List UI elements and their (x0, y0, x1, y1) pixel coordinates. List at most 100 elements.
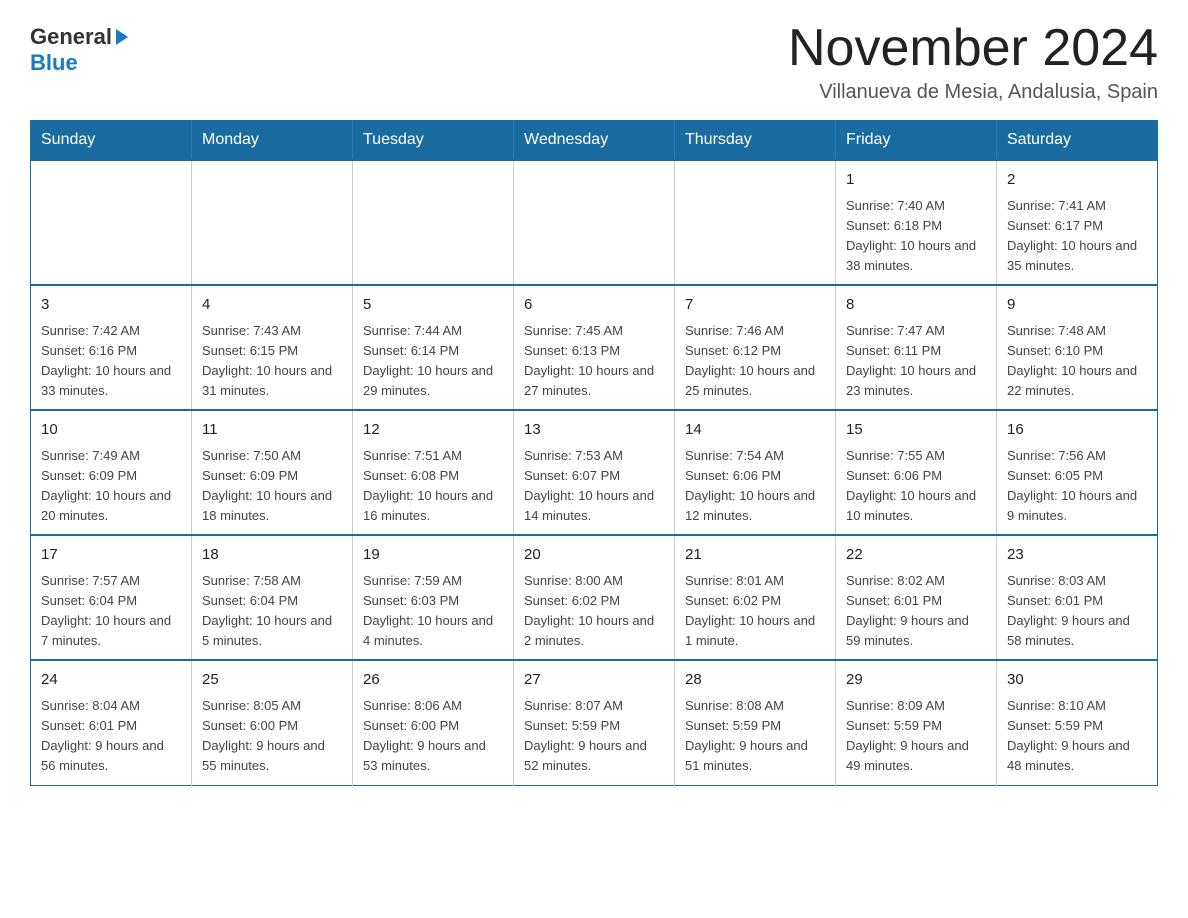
calendar-cell: 21Sunrise: 8:01 AM Sunset: 6:02 PM Dayli… (675, 535, 836, 660)
logo: General Blue (30, 20, 128, 76)
day-header-saturday: Saturday (997, 121, 1158, 161)
day-info: Sunrise: 7:56 AM Sunset: 6:05 PM Dayligh… (1007, 446, 1147, 527)
calendar-cell: 25Sunrise: 8:05 AM Sunset: 6:00 PM Dayli… (192, 660, 353, 785)
calendar-header: SundayMondayTuesdayWednesdayThursdayFrid… (31, 121, 1158, 161)
day-number: 24 (41, 669, 181, 692)
calendar-cell: 19 Sunrise: 7:59 AM Sunset: 6:03 PM Dayli… (353, 535, 514, 660)
day-number: 26 (363, 669, 503, 692)
day-number: 25 (202, 669, 342, 692)
day-header-wednesday: Wednesday (514, 121, 675, 161)
day-number: 29 (846, 669, 986, 692)
day-number: 22 (846, 544, 986, 567)
day-info: Sunrise: 7:54 AM Sunset: 6:06 PM Dayligh… (685, 446, 825, 527)
days-of-week-row: SundayMondayTuesdayWednesdayThursdayFrid… (31, 121, 1158, 161)
day-header-sunday: Sunday (31, 121, 192, 161)
calendar-cell: 9 Sunrise: 7:48 AM Sunset: 6:10 PM Daylig… (997, 285, 1158, 410)
day-info: Sunrise: 7:46 AM Sunset: 6:12 PM Dayligh… (685, 321, 825, 402)
day-info: Sunrise: 7:44 AM Sunset: 6:14 PM Dayligh… (363, 321, 503, 402)
calendar-cell: 17 Sunrise: 7:57 AM Sunset: 6:04 PM Dayli… (31, 535, 192, 660)
day-info: Sunrise: 7:43 AM Sunset: 6:15 PM Dayligh… (202, 321, 342, 402)
day-info: Sunrise: 8:06 AM Sunset: 6:00 PM Dayligh… (363, 696, 503, 777)
month-year-title: November 2024 (788, 20, 1158, 77)
calendar-cell: 22 Sunrise: 8:02 AM Sunset: 6:01 PM Dayli… (836, 535, 997, 660)
calendar-cell: 24 Sunrise: 8:04 AM Sunset: 6:01 PM Dayli… (31, 660, 192, 785)
calendar-cell: 2 Sunrise: 7:41 AM Sunset: 6:17 PM Daylig… (997, 160, 1158, 285)
calendar-cell (31, 160, 192, 285)
calendar-cell: 11Sunrise: 7:50 AM Sunset: 6:09 PM Dayli… (192, 410, 353, 535)
calendar-cell: 26 Sunrise: 8:06 AM Sunset: 6:00 PM Dayli… (353, 660, 514, 785)
calendar-cell: 12 Sunrise: 7:51 AM Sunset: 6:08 PM Dayli… (353, 410, 514, 535)
calendar-cell: 23Sunrise: 8:03 AM Sunset: 6:01 PM Dayli… (997, 535, 1158, 660)
day-number: 10 (41, 419, 181, 442)
calendar-week-1: 1 Sunrise: 7:40 AM Sunset: 6:18 PM Daylig… (31, 160, 1158, 285)
calendar-cell: 16 Sunrise: 7:56 AM Sunset: 6:05 PM Dayli… (997, 410, 1158, 535)
day-number: 20 (524, 544, 664, 567)
calendar-cell: 5Sunrise: 7:44 AM Sunset: 6:14 PM Daylig… (353, 285, 514, 410)
calendar-week-5: 24 Sunrise: 8:04 AM Sunset: 6:01 PM Dayli… (31, 660, 1158, 785)
day-number: 30 (1007, 669, 1147, 692)
day-info: Sunrise: 7:45 AM Sunset: 6:13 PM Dayligh… (524, 321, 664, 402)
calendar-week-2: 3 Sunrise: 7:42 AM Sunset: 6:16 PM Daylig… (31, 285, 1158, 410)
calendar-cell: 13 Sunrise: 7:53 AM Sunset: 6:07 PM Dayli… (514, 410, 675, 535)
day-number: 28 (685, 669, 825, 692)
calendar-cell: 29Sunrise: 8:09 AM Sunset: 5:59 PM Dayli… (836, 660, 997, 785)
page-header: General Blue November 2024 Villanueva de… (30, 20, 1158, 104)
day-number: 16 (1007, 419, 1147, 442)
day-info: Sunrise: 7:58 AM Sunset: 6:04 PM Dayligh… (202, 571, 342, 652)
day-info: Sunrise: 7:42 AM Sunset: 6:16 PM Dayligh… (41, 321, 181, 402)
calendar-cell (675, 160, 836, 285)
day-info: Sunrise: 7:41 AM Sunset: 6:17 PM Dayligh… (1007, 196, 1147, 277)
calendar-cell: 27Sunrise: 8:07 AM Sunset: 5:59 PM Dayli… (514, 660, 675, 785)
day-header-thursday: Thursday (675, 121, 836, 161)
logo-general: General (30, 24, 112, 50)
day-number: 7 (685, 294, 825, 317)
calendar-cell: 15 Sunrise: 7:55 AM Sunset: 6:06 PM Dayli… (836, 410, 997, 535)
day-number: 3 (41, 294, 181, 317)
logo-blue: Blue (30, 50, 78, 76)
day-header-friday: Friday (836, 121, 997, 161)
location-subtitle: Villanueva de Mesia, Andalusia, Spain (788, 81, 1158, 104)
day-number: 15 (846, 419, 986, 442)
day-info: Sunrise: 7:57 AM Sunset: 6:04 PM Dayligh… (41, 571, 181, 652)
day-info: Sunrise: 7:53 AM Sunset: 6:07 PM Dayligh… (524, 446, 664, 527)
day-info: Sunrise: 8:00 AM Sunset: 6:02 PM Dayligh… (524, 571, 664, 652)
day-number: 13 (524, 419, 664, 442)
calendar-cell: 14 Sunrise: 7:54 AM Sunset: 6:06 PM Dayli… (675, 410, 836, 535)
day-number: 1 (846, 169, 986, 192)
calendar-week-3: 10 Sunrise: 7:49 AM Sunset: 6:09 PM Dayli… (31, 410, 1158, 535)
calendar-cell (192, 160, 353, 285)
day-number: 12 (363, 419, 503, 442)
day-number: 8 (846, 294, 986, 317)
day-info: Sunrise: 7:49 AM Sunset: 6:09 PM Dayligh… (41, 446, 181, 527)
day-info: Sunrise: 7:51 AM Sunset: 6:08 PM Dayligh… (363, 446, 503, 527)
day-info: Sunrise: 8:02 AM Sunset: 6:01 PM Dayligh… (846, 571, 986, 652)
calendar-cell: 10 Sunrise: 7:49 AM Sunset: 6:09 PM Dayli… (31, 410, 192, 535)
day-number: 17 (41, 544, 181, 567)
day-info: Sunrise: 7:59 AM Sunset: 6:03 PM Dayligh… (363, 571, 503, 652)
calendar-body: 1 Sunrise: 7:40 AM Sunset: 6:18 PM Daylig… (31, 160, 1158, 785)
day-number: 27 (524, 669, 664, 692)
day-header-tuesday: Tuesday (353, 121, 514, 161)
logo-arrow-icon (116, 29, 128, 45)
day-number: 4 (202, 294, 342, 317)
calendar-cell: 4 Sunrise: 7:43 AM Sunset: 6:15 PM Daylig… (192, 285, 353, 410)
calendar-week-4: 17 Sunrise: 7:57 AM Sunset: 6:04 PM Dayli… (31, 535, 1158, 660)
day-info: Sunrise: 7:40 AM Sunset: 6:18 PM Dayligh… (846, 196, 986, 277)
day-info: Sunrise: 8:08 AM Sunset: 5:59 PM Dayligh… (685, 696, 825, 777)
day-number: 18 (202, 544, 342, 567)
day-number: 19 (363, 544, 503, 567)
day-info: Sunrise: 8:04 AM Sunset: 6:01 PM Dayligh… (41, 696, 181, 777)
day-number: 14 (685, 419, 825, 442)
calendar-cell: 18 Sunrise: 7:58 AM Sunset: 6:04 PM Dayli… (192, 535, 353, 660)
calendar-cell: 7 Sunrise: 7:46 AM Sunset: 6:12 PM Daylig… (675, 285, 836, 410)
calendar-cell: 20 Sunrise: 8:00 AM Sunset: 6:02 PM Dayli… (514, 535, 675, 660)
day-info: Sunrise: 7:50 AM Sunset: 6:09 PM Dayligh… (202, 446, 342, 527)
day-number: 9 (1007, 294, 1147, 317)
day-number: 2 (1007, 169, 1147, 192)
day-number: 6 (524, 294, 664, 317)
day-info: Sunrise: 7:55 AM Sunset: 6:06 PM Dayligh… (846, 446, 986, 527)
calendar-cell: 28 Sunrise: 8:08 AM Sunset: 5:59 PM Dayli… (675, 660, 836, 785)
title-area: November 2024 Villanueva de Mesia, Andal… (788, 20, 1158, 104)
day-info: Sunrise: 7:48 AM Sunset: 6:10 PM Dayligh… (1007, 321, 1147, 402)
day-info: Sunrise: 7:47 AM Sunset: 6:11 PM Dayligh… (846, 321, 986, 402)
